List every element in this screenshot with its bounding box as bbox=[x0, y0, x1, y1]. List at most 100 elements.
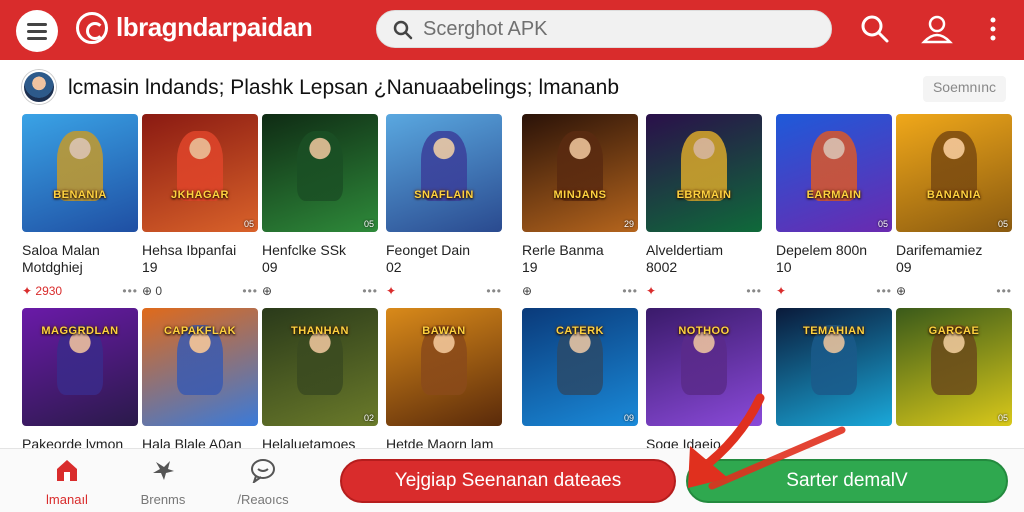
app-thumbnail[interactable]: 05 bbox=[262, 114, 378, 232]
search-button-icon[interactable] bbox=[858, 12, 892, 46]
game-logo-text: EARMAIN bbox=[806, 189, 862, 201]
overflow-dots-icon[interactable]: ••• bbox=[622, 284, 638, 298]
game-logo-text: JKHAGAR bbox=[171, 189, 229, 201]
app-subtitle: 10 bbox=[776, 259, 792, 275]
app-thumbnail[interactable]: BENANIA bbox=[22, 114, 138, 232]
overflow-dots-icon[interactable]: ••• bbox=[362, 284, 378, 298]
app-thumbnail[interactable]: CATERK 09 bbox=[522, 308, 638, 426]
app-subtitle: 09 bbox=[896, 259, 912, 275]
app-name: Hehsa Ibpanfai bbox=[142, 242, 237, 258]
app-card[interactable]: NOTHOO Soge Idaeio bbox=[646, 308, 762, 453]
primary-action-button[interactable]: Yejgiap Seenanan dateaes bbox=[340, 459, 676, 503]
app-thumbnail[interactable]: EBRMAIN bbox=[646, 114, 762, 232]
game-logo-text: MAGGRDLAN bbox=[41, 325, 119, 337]
overflow-dots-icon[interactable]: ••• bbox=[486, 284, 502, 298]
overflow-dots-icon[interactable]: ••• bbox=[242, 284, 258, 298]
app-thumbnail[interactable]: NOTHOO bbox=[646, 308, 762, 426]
app-subtitle: 19 bbox=[142, 259, 158, 275]
game-logo-text: SNAFLAIN bbox=[414, 189, 474, 201]
rating-badge: 05 bbox=[997, 413, 1008, 423]
app-meta-text: ⊕ bbox=[262, 284, 273, 298]
app-card[interactable]: CAPAKFLAK Hala Blale A0an bbox=[142, 308, 258, 453]
search-input[interactable] bbox=[423, 15, 813, 43]
rating-badge: 09 bbox=[623, 413, 634, 423]
game-logo-text: CATERK bbox=[555, 325, 604, 337]
secondary-action-button[interactable]: Sarter demalV bbox=[686, 459, 1008, 503]
app-thumbnail[interactable]: GARCAE 05 bbox=[896, 308, 1012, 426]
app-card[interactable]: EARMAIN 05 Depelem 800n 10 ✦ ••• bbox=[776, 114, 892, 298]
nav-brenms[interactable]: Brenms bbox=[128, 457, 198, 507]
app-subtitle: 19 bbox=[522, 259, 538, 275]
search-icon bbox=[393, 20, 413, 40]
brand-logo-icon bbox=[76, 12, 108, 44]
app-meta-text: ⊕ bbox=[522, 284, 533, 298]
app-meta-text: ⊕ bbox=[896, 284, 907, 298]
rating-badge: 05 bbox=[363, 219, 374, 229]
more-vert-icon[interactable] bbox=[976, 12, 1010, 46]
game-logo-text: MINJANS bbox=[553, 189, 607, 201]
app-card[interactable]: 05 Henfclke SSk 09 ⊕ ••• bbox=[262, 114, 378, 298]
game-logo-text: THANHAN bbox=[291, 325, 349, 337]
app-card[interactable]: GARCAE 05 bbox=[896, 308, 1012, 426]
search-bar[interactable] bbox=[376, 10, 832, 48]
rating-badge: 05 bbox=[877, 219, 888, 229]
overflow-dots-icon[interactable]: ••• bbox=[996, 284, 1012, 298]
game-logo-text: BANANIA bbox=[926, 189, 982, 201]
app-card[interactable]: THANHAN 02 Helaluetamoes bbox=[262, 308, 378, 453]
app-thumbnail[interactable]: MAGGRDLAN bbox=[22, 308, 138, 426]
app-meta: ⊕ ••• bbox=[262, 284, 378, 298]
home-icon bbox=[57, 460, 77, 481]
profile-icon[interactable] bbox=[920, 12, 954, 46]
menu-icon bbox=[27, 22, 47, 26]
app-subtitle: 8002 bbox=[646, 259, 678, 275]
see-more-button[interactable]: Soemnınc bbox=[922, 76, 1006, 102]
chat-bubble-icon bbox=[251, 459, 275, 485]
game-logo-text: CAPAKFLAK bbox=[163, 325, 237, 337]
overflow-dots-icon[interactable]: ••• bbox=[876, 284, 892, 298]
app-card[interactable]: MAGGRDLAN Pakeorde lymon bbox=[22, 308, 138, 453]
rating-badge: 05 bbox=[997, 219, 1008, 229]
app-thumbnail[interactable]: MINJANS 29 bbox=[522, 114, 638, 232]
app-subtitle: 02 bbox=[386, 259, 402, 275]
avatar[interactable] bbox=[22, 70, 56, 104]
app-card[interactable]: BAWAN Hetde Maorn lam bbox=[386, 308, 502, 453]
app-name: Alveldertiam bbox=[646, 242, 724, 258]
app-meta-text: ✦ bbox=[776, 284, 787, 298]
app-card[interactable]: BENANIA Saloa Malan Motdghiej ✦ 2930 ••• bbox=[22, 114, 138, 298]
app-thumbnail[interactable]: EARMAIN 05 bbox=[776, 114, 892, 232]
app-subtitle: Motdghiej bbox=[22, 259, 83, 275]
app-thumbnail[interactable]: CAPAKFLAK bbox=[142, 308, 258, 426]
app-thumbnail[interactable]: BAWAN bbox=[386, 308, 502, 426]
nav-reaoics[interactable]: /Reaoıcs bbox=[228, 457, 298, 507]
rating-badge: 02 bbox=[363, 413, 374, 423]
app-name: Depelem 800n bbox=[776, 242, 868, 258]
rating-badge: 05 bbox=[243, 219, 254, 229]
app-meta: ✦ ••• bbox=[646, 284, 762, 298]
app-card[interactable]: JKHAGAR 05 Hehsa Ibpanfai 19 ⊕ 0 ••• bbox=[142, 114, 258, 298]
app-thumbnail[interactable]: TEMAHIAN bbox=[776, 308, 892, 426]
app-card[interactable]: TEMAHIAN bbox=[776, 308, 892, 426]
app-card[interactable]: EBRMAIN Alveldertiam 8002 ✦ ••• bbox=[646, 114, 762, 298]
app-meta-text: ⊕ 0 bbox=[142, 284, 163, 298]
menu-button[interactable] bbox=[16, 10, 58, 52]
app-card[interactable]: BANANIA 05 Darifemamiez 09 ⊕ ••• bbox=[896, 114, 1012, 298]
app-meta-text: ✦ 2930 bbox=[22, 284, 63, 298]
app-card[interactable]: SNAFLAIN Feonget Dain 02 ✦ ••• bbox=[386, 114, 502, 298]
overflow-dots-icon[interactable]: ••• bbox=[122, 284, 138, 298]
rating-badge: 29 bbox=[623, 219, 634, 229]
app-thumbnail[interactable]: BANANIA 05 bbox=[896, 114, 1012, 232]
app-meta: ✦ ••• bbox=[776, 284, 892, 298]
section-header: lcmasin lndands; Plashk Lepsan ¿Nanuaabe… bbox=[0, 64, 1024, 114]
app-thumbnail[interactable]: JKHAGAR 05 bbox=[142, 114, 258, 232]
nav-home[interactable]: lmanaıl bbox=[32, 457, 102, 507]
app-card[interactable]: CATERK 09 bbox=[522, 308, 638, 426]
game-logo-text: NOTHOO bbox=[678, 325, 730, 337]
app-thumbnail[interactable]: SNAFLAIN bbox=[386, 114, 502, 232]
overflow-dots-icon[interactable]: ••• bbox=[746, 284, 762, 298]
nav-brenms-label: Brenms bbox=[140, 492, 186, 507]
app-card[interactable]: MINJANS 29 Rerle Banma 19 ⊕ ••• bbox=[522, 114, 638, 298]
nav-home-label: lmanaıl bbox=[46, 492, 88, 507]
game-logo-text: EBRMAIN bbox=[676, 189, 732, 201]
game-logo-text: GARCAE bbox=[928, 325, 980, 337]
app-thumbnail[interactable]: THANHAN 02 bbox=[262, 308, 378, 426]
